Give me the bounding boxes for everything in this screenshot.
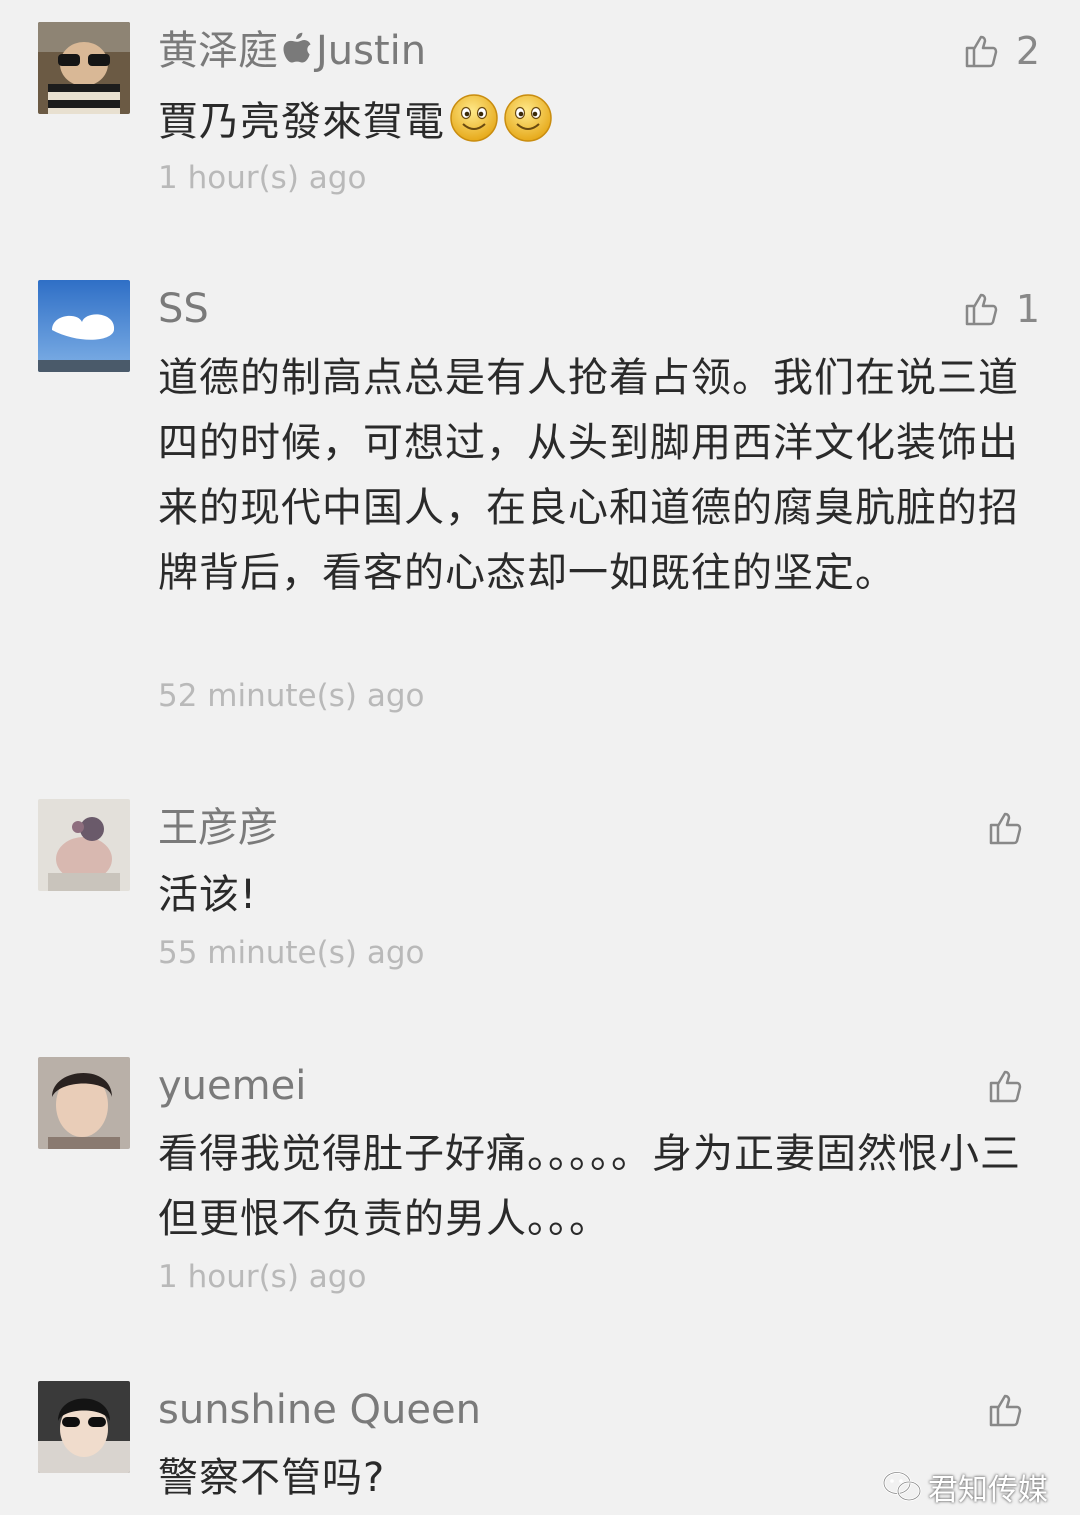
like-button[interactable] — [988, 1387, 1040, 1433]
comment-author[interactable]: 王彦彦 — [158, 803, 278, 853]
avatar[interactable] — [38, 1057, 130, 1149]
thumbs-up-icon — [965, 293, 998, 326]
author-name: 黄泽庭 — [158, 28, 278, 74]
comment-text: 賈乃亮發來賀電 — [158, 90, 1030, 163]
comment-text: 道德的制高点总是有人抢着占领。我们在说三道四的时候，可想过，从头到脚用西洋文化装… — [158, 355, 1019, 596]
avatar[interactable] — [38, 799, 130, 891]
smile-emoji-icon — [503, 93, 553, 163]
comment-author[interactable]: sunshine Queen — [158, 1385, 481, 1435]
thumbs-up-icon — [965, 35, 998, 68]
like-count: 2 — [1015, 29, 1040, 73]
wechat-icon — [882, 1471, 922, 1502]
like-button[interactable]: 2 — [964, 28, 1040, 74]
avatar[interactable] — [38, 1381, 130, 1473]
like-count: 1 — [1015, 287, 1040, 331]
comment-text: 看得我觉得肚子好痛。。。。。身为正妻固然恨小三但更恨不负责的男人。。。 — [158, 1131, 1021, 1242]
avatar[interactable] — [38, 280, 130, 372]
avatar[interactable] — [38, 22, 130, 114]
like-button[interactable] — [988, 805, 1040, 851]
comment-author[interactable]: 黄泽庭 Justin — [158, 26, 426, 79]
author-name-suffix: Justin — [316, 28, 427, 74]
comment-text: 活该! — [158, 872, 258, 918]
apple-icon — [280, 29, 314, 79]
comment-time: 1 hour(s) ago — [158, 160, 367, 196]
comment-text-content: 賈乃亮發來賀電 — [158, 99, 445, 145]
comment-author[interactable]: yuemei — [158, 1061, 306, 1111]
watermark: 君知传媒 — [882, 1465, 1048, 1509]
like-button[interactable] — [988, 1063, 1040, 1109]
comment-author[interactable]: SS — [158, 284, 209, 334]
comment-time: 55 minute(s) ago — [158, 935, 425, 971]
thumbs-up-icon — [989, 1070, 1022, 1103]
thumbs-up-icon — [989, 1394, 1022, 1427]
like-button[interactable]: 1 — [964, 286, 1040, 332]
comment-time: 1 hour(s) ago — [158, 1259, 367, 1295]
comment-time: 52 minute(s) ago — [158, 678, 425, 714]
thumbs-up-icon — [989, 812, 1022, 845]
smile-emoji-icon — [449, 93, 499, 163]
watermark-text: 君知传媒 — [928, 1473, 1048, 1508]
